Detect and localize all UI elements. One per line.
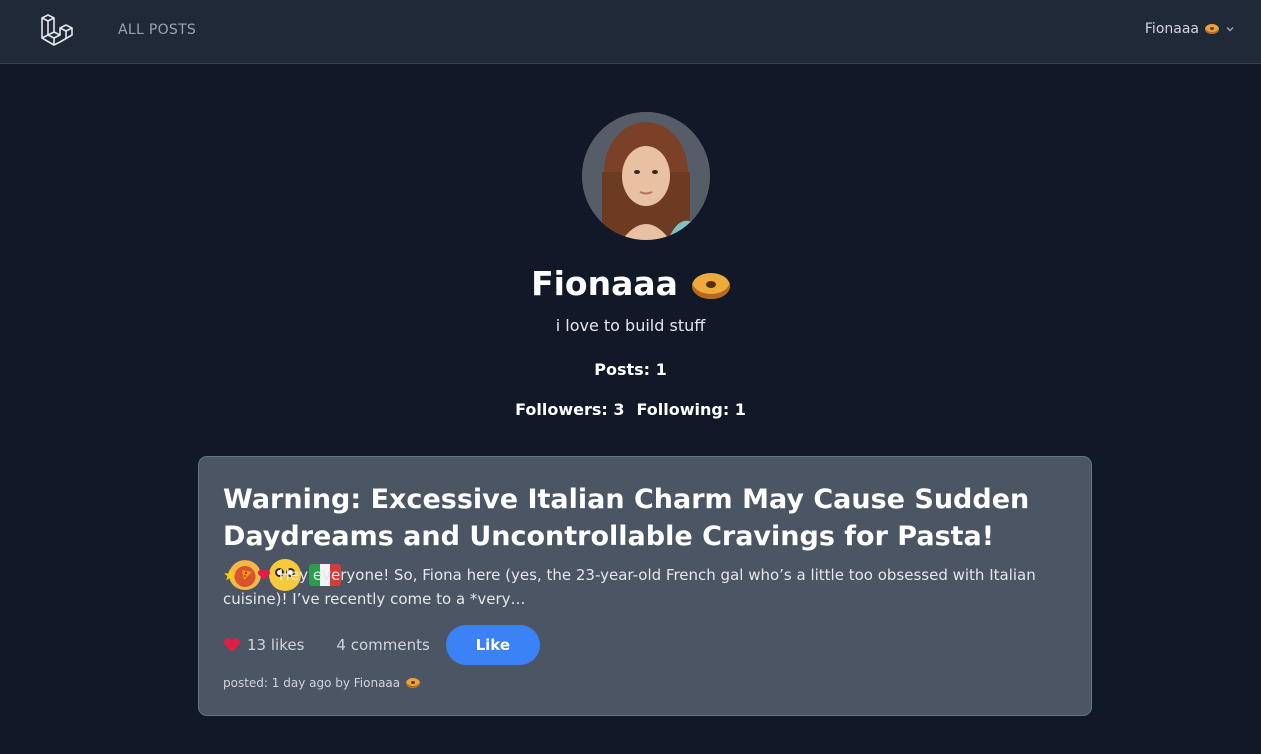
all-posts-link[interactable]: ALL POSTS xyxy=(118,22,196,38)
following-count[interactable]: Following: 1 xyxy=(636,400,745,419)
post-excerpt: Hey everyone! So, Fiona here (yes, the 2… xyxy=(223,563,1073,611)
posts-count: Posts: 1 xyxy=(594,360,667,379)
heart-icon xyxy=(224,638,240,652)
comments-link[interactable]: 4 comments xyxy=(336,636,429,654)
bagel-icon xyxy=(1205,24,1219,34)
profile-name: Fionaaa xyxy=(0,264,1261,303)
bagel-icon xyxy=(691,272,730,299)
profile-bio: i love to build stuff xyxy=(555,316,706,335)
top-navbar: ALL POSTS Fionaaa xyxy=(0,0,1261,64)
laravel-logo-icon[interactable] xyxy=(40,14,74,48)
post-card[interactable]: Warning: Excessive Italian Charm May Cau… xyxy=(198,456,1092,716)
post-actions: 13 likes 4 comments Like xyxy=(223,625,540,665)
like-button[interactable]: Like xyxy=(445,625,540,665)
chevron-down-icon xyxy=(1226,26,1234,32)
bagel-icon xyxy=(406,678,421,688)
heart-icon xyxy=(257,569,271,580)
profile-name-text: Fionaaa xyxy=(531,264,678,303)
user-name: Fionaaa xyxy=(1144,21,1199,37)
profile-avatar xyxy=(582,112,710,240)
post-meta: posted: 1 day ago by Fionaaa xyxy=(223,676,421,690)
posted-text: posted: 1 day ago by Fionaaa xyxy=(223,676,401,690)
followers-count[interactable]: Followers: 3 xyxy=(515,400,624,419)
likes-count: 13 likes xyxy=(247,636,305,654)
post-title-text[interactable]: Warning: Excessive Italian Charm May Cau… xyxy=(223,484,1029,552)
star-icon xyxy=(224,569,236,581)
user-menu-dropdown[interactable]: Fionaaa xyxy=(1145,21,1235,37)
follow-stats: Followers: 3 Following: 1 xyxy=(0,400,1261,419)
post-excerpt-text: Hey everyone! So, Fiona here (yes, the 2… xyxy=(223,566,1036,608)
pizza-icon xyxy=(242,570,252,580)
